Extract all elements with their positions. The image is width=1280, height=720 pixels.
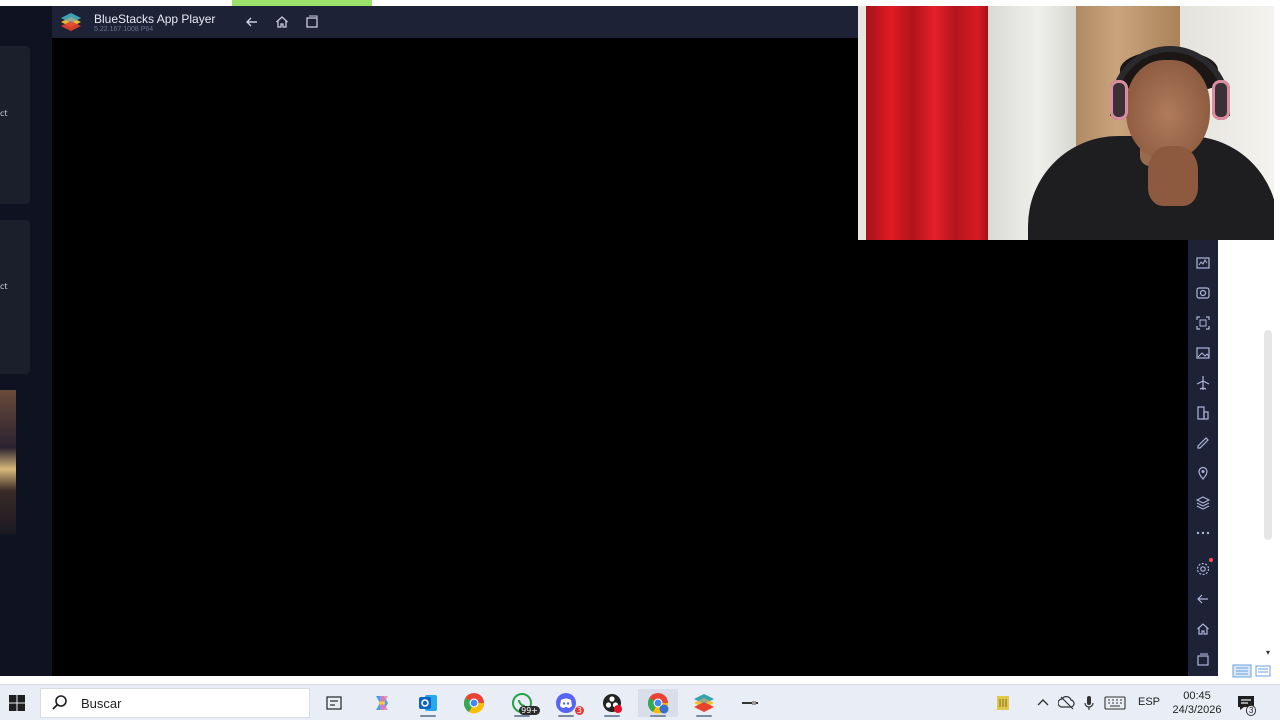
fullscreen-capture-icon[interactable] — [1193, 313, 1213, 333]
tray-app-icon[interactable] — [994, 694, 1012, 712]
file-explorer-icon[interactable] — [730, 689, 770, 717]
clock-time: 00:45 — [1183, 690, 1211, 702]
webcam-overlay — [858, 6, 1274, 240]
back-arrow-icon[interactable] — [1193, 589, 1213, 609]
desktop: ct ct BlueStacks App Player 5.22.167.100… — [0, 0, 1280, 720]
background-window[interactable]: ct ct — [0, 6, 52, 676]
network-icon[interactable] — [1058, 695, 1076, 711]
chevron-up-icon[interactable] — [1036, 696, 1050, 710]
bluestacks-side-toolbar — [1188, 240, 1218, 676]
background-card[interactable]: ct — [0, 46, 30, 204]
outlook-icon[interactable] — [408, 689, 448, 717]
scroll-down-arrow-icon[interactable]: ▾ — [1262, 648, 1274, 658]
background-card-label: ct — [0, 281, 8, 291]
notifications-count: 3 — [1246, 705, 1257, 716]
view-toggle-icons[interactable] — [1232, 664, 1276, 678]
background-card-label: ct — [0, 109, 8, 119]
home-icon[interactable] — [274, 14, 290, 30]
whatsapp-icon[interactable]: 99+ — [502, 689, 542, 717]
search-placeholder: Buscar — [81, 695, 122, 711]
windows-taskbar: Buscar 99+ 3 ESP 00:45 24/3/2026 3 — [0, 684, 1280, 720]
taskbar-clock[interactable]: 00:45 24/3/2026 — [1168, 689, 1226, 717]
settings-icon[interactable] — [1193, 559, 1213, 579]
home-icon[interactable] — [1193, 619, 1213, 639]
rotate-icon[interactable] — [1193, 433, 1213, 453]
version-label: 5.22.167.1008 P64 — [94, 26, 154, 33]
language-indicator[interactable]: ESP — [1138, 696, 1160, 708]
background-thumbnail[interactable] — [0, 390, 16, 534]
bluestacks-titlebar: BlueStacks App Player 5.22.167.1008 P64 — [52, 6, 858, 38]
back-arrow-icon[interactable] — [244, 14, 260, 30]
obs-icon[interactable] — [592, 689, 632, 717]
windows-start-icon[interactable] — [8, 694, 26, 712]
explorer-scrollbar[interactable]: ▾ — [1258, 240, 1280, 670]
microphone-icon[interactable] — [1082, 695, 1096, 711]
search-icon — [52, 695, 67, 710]
discord-icon[interactable]: 3 — [546, 689, 586, 717]
bluestacks-icon[interactable] — [684, 689, 724, 717]
game-layers-icon[interactable] — [1193, 493, 1213, 513]
red-curtain — [866, 6, 990, 240]
taskbar-search-box[interactable]: Buscar — [40, 688, 310, 718]
chrome-icon[interactable] — [454, 689, 494, 717]
whatsapp-badge: 99+ — [519, 706, 540, 715]
media-folder-icon[interactable] — [1193, 343, 1213, 363]
screenshot-icon[interactable] — [1193, 283, 1213, 303]
multi-instance-icon[interactable] — [1193, 403, 1213, 423]
location-icon[interactable] — [1193, 463, 1213, 483]
scroll-thumb[interactable] — [1264, 330, 1272, 540]
task-view-icon[interactable] — [314, 689, 354, 717]
chrome-profile-icon[interactable] — [638, 689, 678, 717]
recent-apps-icon[interactable] — [1193, 650, 1213, 670]
bluestacks-logo-icon — [61, 13, 81, 31]
discord-badge: 3 — [574, 706, 584, 715]
recent-apps-icon[interactable] — [304, 14, 320, 30]
more-options-icon[interactable] — [1193, 523, 1213, 543]
window-title: BlueStacks App Player — [94, 12, 216, 26]
copilot-icon[interactable] — [362, 689, 402, 717]
settings-notification-dot — [1209, 558, 1213, 562]
macro-icon[interactable] — [1193, 253, 1213, 273]
clock-date: 24/3/2026 — [1172, 704, 1222, 716]
airplane-mode-icon[interactable] — [1193, 373, 1213, 393]
background-card[interactable]: ct — [0, 220, 30, 374]
keyboard-icon[interactable] — [1104, 696, 1126, 710]
